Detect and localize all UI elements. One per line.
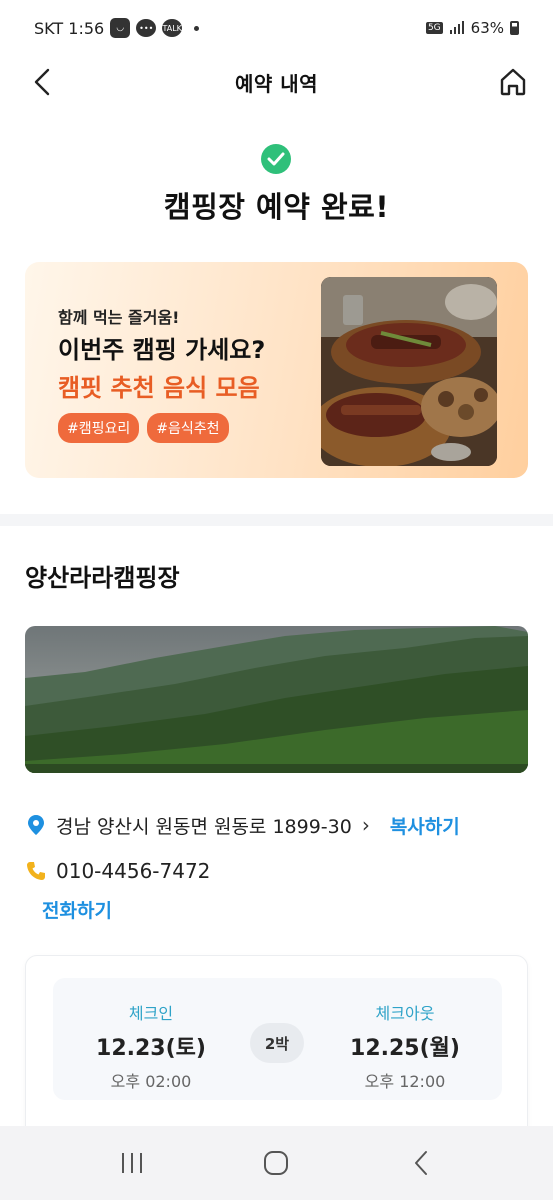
banner-subtitle: 함께 먹는 즐거움! [58, 308, 180, 327]
recent-apps-icon [122, 1153, 143, 1173]
checkin-checkout-box: 체크인 12.23(토) 오후 02:00 2박 체크아웃 12.25(월) 오… [53, 978, 502, 1100]
checkout-date: 12.25(월) [350, 1036, 460, 1061]
phone-number: 010-4456-7472 [56, 859, 211, 883]
back-nav-button[interactable] [396, 1138, 446, 1188]
checkin-label: 체크인 [128, 1004, 174, 1023]
network-5g-icon: 5G [425, 22, 443, 34]
banner-title: 이번주 캠핑 가세요? [58, 336, 266, 364]
copy-address-button[interactable]: 복사하기 [390, 812, 460, 839]
back-nav-icon [414, 1151, 427, 1175]
home-nav-button[interactable] [251, 1138, 301, 1188]
system-nav-bar [0, 1126, 553, 1200]
status-bar: SKT 1:56 ◡ ••• TALK 5G 63% [0, 0, 553, 56]
home-nav-icon [264, 1151, 289, 1175]
banner-tags: #캠핑요리 #음식추천 [58, 413, 229, 443]
home-button[interactable] [495, 64, 531, 100]
section-divider [0, 514, 553, 526]
food-recommendation-banner[interactable]: 함께 먹는 즐거움! 이번주 캠핑 가세요? 캠핏 추천 음식 모음 #캠핑요리… [25, 262, 528, 478]
address-text[interactable]: 경남 양산시 원동면 원동로 1899-30 [56, 812, 352, 839]
address-row: 경남 양산시 원동면 원동로 1899-30 › 복사하기 [25, 810, 528, 840]
app-header: 예약 내역 [0, 56, 553, 108]
chevron-right-icon[interactable]: › [362, 813, 370, 837]
nights-badge: 2박 [250, 1023, 304, 1063]
location-pin-icon [25, 814, 47, 836]
status-left: SKT 1:56 ◡ ••• TALK [34, 18, 200, 38]
grilled-meat-image [321, 277, 497, 466]
reservation-card: 체크인 12.23(토) 오후 02:00 2박 체크아웃 12.25(월) 오… [25, 955, 528, 1155]
kakaotalk-icon: TALK [162, 19, 183, 37]
battery-percent: 63% [470, 19, 504, 37]
back-arrow-icon [34, 68, 50, 96]
tag-camping-cooking[interactable]: #캠핑요리 [58, 413, 140, 443]
carrier-time: SKT 1:56 [34, 18, 105, 38]
phone-icon [25, 860, 47, 882]
battery-icon [510, 21, 519, 35]
check-circle-icon [261, 144, 291, 174]
signal-icon [449, 21, 464, 34]
checkout-time: 오후 12:00 [364, 1072, 446, 1091]
checkin-date: 12.23(토) [96, 1036, 206, 1061]
status-right: 5G 63% [425, 19, 519, 37]
checkin-column: 체크인 12.23(토) 오후 02:00 [61, 1000, 241, 1092]
checkout-label: 체크아웃 [375, 1004, 435, 1023]
recent-apps-button[interactable] [107, 1138, 157, 1188]
home-icon [500, 68, 526, 96]
phone-row: 010-4456-7472 [25, 856, 210, 886]
back-button[interactable] [26, 66, 58, 98]
message-icon: ••• [136, 19, 157, 37]
call-button[interactable]: 전화하기 [42, 896, 112, 923]
campsite-photo[interactable] [25, 626, 528, 773]
notification-dot-icon [194, 25, 200, 31]
completion-title: 캠핑장 예약 완료! [163, 190, 390, 224]
page-title: 예약 내역 [234, 71, 319, 96]
campsite-name: 양산라라캠핑장 [25, 564, 180, 592]
checkout-column: 체크아웃 12.25(월) 오후 12:00 [315, 1000, 495, 1092]
checkin-time: 오후 02:00 [110, 1072, 192, 1091]
banner-highlight: 캠핏 추천 음식 모음 [58, 374, 260, 402]
shopping-bag-icon: ◡ [110, 18, 131, 38]
tag-food-recommendation[interactable]: #음식추천 [147, 413, 229, 443]
